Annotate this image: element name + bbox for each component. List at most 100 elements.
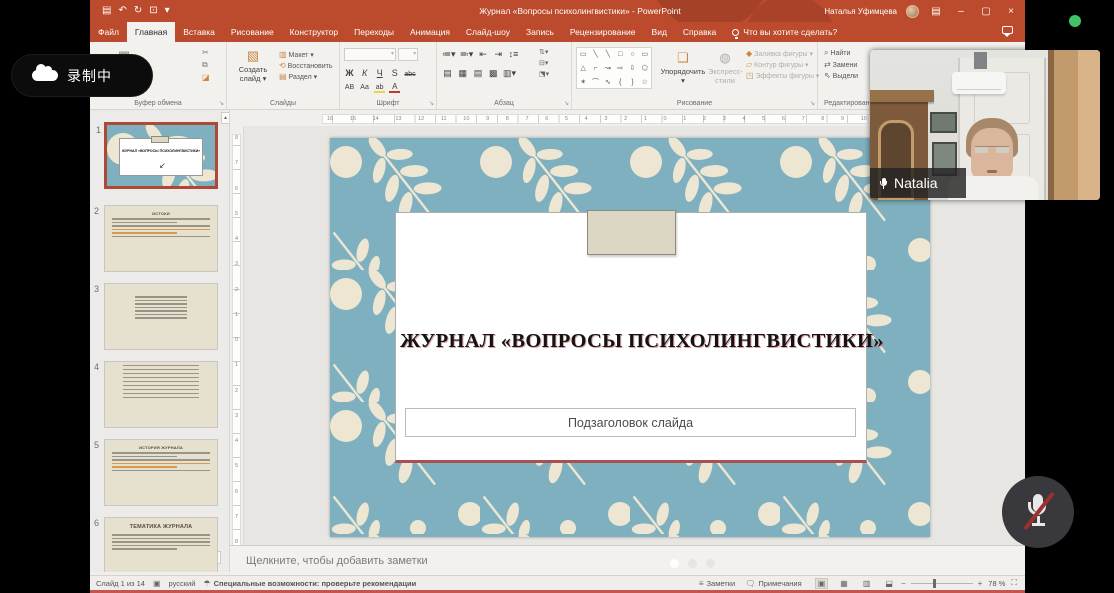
slide-thumbnail-2[interactable]: 2ИСТОКИ	[104, 205, 218, 272]
normal-view-button[interactable]: ▣	[816, 579, 828, 588]
character-spacing-button[interactable]: АВ	[344, 84, 355, 91]
tab-вид[interactable]: Вид	[644, 22, 675, 42]
slide-title-text[interactable]: ЖУРНАЛ «ВОПРОСЫ ПСИХОЛИНГВИСТИКИ»	[400, 330, 862, 353]
shape-icon[interactable]: ▭	[639, 48, 651, 62]
arrange-button[interactable]: ❏ Упорядочить ▾	[660, 50, 706, 85]
strikethrough-button[interactable]: abc	[404, 71, 415, 78]
shape-icon[interactable]: ☆	[639, 76, 651, 90]
tab-рецензирование[interactable]: Рецензирование	[562, 22, 644, 42]
tab-переходы[interactable]: Переходы	[346, 22, 402, 42]
tab-рисование[interactable]: Рисование	[223, 22, 282, 42]
layout-button[interactable]: ▥ Макет ▾	[279, 50, 332, 59]
highlight-color-button[interactable]: ab	[374, 84, 385, 93]
slide-thumbnail-4[interactable]: 4	[104, 361, 218, 428]
shape-icon[interactable]: ⌐	[589, 62, 601, 76]
paragraph-dialog-launcher-icon[interactable]: ↘	[564, 100, 569, 107]
slide-thumbnail-1[interactable]: 1ЖУРНАЛ «ВОПРОСЫ ПСИХОЛИНГВИСТИКИ»↙	[104, 122, 218, 189]
reading-view-button[interactable]: ▥	[861, 579, 873, 588]
shape-icon[interactable]: {	[614, 76, 626, 90]
accessibility-status[interactable]: Специальные возможности: проверьте реком…	[214, 579, 417, 588]
zoom-in-icon[interactable]: +	[978, 579, 983, 588]
tab-конструктор[interactable]: Конструктор	[282, 22, 346, 42]
smartart-button[interactable]: ⬔▾	[539, 70, 549, 78]
shape-icon[interactable]: }	[626, 76, 638, 90]
restore-button[interactable]: ▢	[978, 6, 994, 17]
change-case-button[interactable]: Аа	[359, 84, 370, 91]
text-direction-button[interactable]: ⇅▾	[539, 48, 549, 56]
fit-slide-to-window-icon[interactable]: ⛶	[1011, 578, 1017, 588]
italic-button[interactable]: К	[359, 68, 370, 78]
thumbnails-scroll-up-icon[interactable]: ▲	[221, 112, 230, 124]
find-button[interactable]: ⌕ Найти	[824, 48, 858, 58]
notes-toggle-icon[interactable]: ≡	[699, 579, 704, 588]
subtitle-placeholder[interactable]: Подзаголовок слайда	[405, 408, 856, 437]
justify-button[interactable]: ▩	[488, 68, 499, 79]
notes-toggle[interactable]: Заметки	[707, 579, 736, 588]
tab-файл[interactable]: Файл	[90, 22, 127, 42]
shape-icon[interactable]: ╲	[589, 48, 601, 62]
tab-главная[interactable]: Главная	[127, 22, 175, 42]
shape-icon[interactable]: ⇨	[614, 62, 626, 76]
zoom-slider[interactable]: − +	[901, 579, 982, 588]
tab-запись[interactable]: Запись	[518, 22, 562, 42]
font-dialog-launcher-icon[interactable]: ↘	[429, 100, 434, 107]
shape-icon[interactable]: ↝	[602, 62, 614, 76]
shape-icon[interactable]: ⌒	[589, 76, 601, 90]
close-button[interactable]: ×	[1003, 6, 1019, 17]
font-size-combo[interactable]	[398, 48, 418, 61]
tab-анимация[interactable]: Анимация	[402, 22, 458, 42]
zoom-slider-thumb[interactable]	[933, 579, 936, 588]
user-avatar[interactable]	[906, 5, 919, 18]
new-slide-button[interactable]: ▧ Создать слайд ▾	[231, 48, 275, 83]
tell-me-assistant[interactable]: Что вы хотите сделать?	[724, 22, 845, 42]
drawing-dialog-launcher-icon[interactable]: ↘	[810, 100, 815, 107]
text-shadow-button[interactable]: S	[389, 68, 400, 78]
columns-button[interactable]: ▥▾	[503, 68, 516, 79]
zoom-level[interactable]: 78 %	[988, 579, 1005, 588]
customize-qat-icon[interactable]: ▾	[165, 0, 170, 22]
replace-button[interactable]: ⇄ Замени	[824, 60, 858, 69]
ribbon-display-options-icon[interactable]: ▤	[928, 6, 944, 17]
minimize-button[interactable]: –	[953, 6, 969, 17]
slide-thumbnail-6[interactable]: 6ТЕМАТИКА ЖУРНАЛА	[104, 517, 218, 572]
shape-icon[interactable]: ✶	[577, 76, 589, 90]
align-center-button[interactable]: ▦	[457, 68, 468, 79]
shape-outline-button[interactable]: ▱ Контур фигуры ▾	[746, 60, 819, 69]
tab-вставка[interactable]: Вставка	[175, 22, 223, 42]
repeat-icon[interactable]: ↻	[134, 0, 142, 22]
shape-icon[interactable]: ▭	[577, 48, 589, 62]
decorative-tab-shape[interactable]	[587, 210, 676, 255]
save-icon[interactable]: ▤	[102, 0, 111, 22]
notes-placeholder[interactable]: Щелкните, чтобы добавить заметки	[246, 555, 428, 567]
shape-effects-button[interactable]: ◳ Эффекты фигуры ▾	[746, 71, 819, 80]
shape-icon[interactable]: ∿	[602, 76, 614, 90]
slide[interactable]: ЖУРНАЛ «ВОПРОСЫ ПСИХОЛИНГВИСТИКИ» Подзаг…	[330, 138, 930, 537]
numbering-button[interactable]: ≕▾	[460, 49, 474, 60]
notes-pane[interactable]: Щелкните, чтобы добавить заметки	[230, 545, 1025, 575]
align-text-button[interactable]: ⊟▾	[539, 59, 549, 67]
decrease-indent-button[interactable]: ⇤	[478, 49, 489, 60]
display-settings-icon[interactable]: ▣	[153, 579, 161, 588]
shape-icon[interactable]: □	[614, 48, 626, 62]
section-button[interactable]: ▤ Раздел ▾	[279, 72, 332, 81]
tab-справка[interactable]: Справка	[675, 22, 724, 42]
slide-sorter-view-button[interactable]: ▦	[838, 579, 850, 588]
bold-button[interactable]: Ж	[344, 68, 355, 78]
bullets-button[interactable]: ≔▾	[442, 49, 456, 60]
start-slideshow-icon[interactable]: ⊡	[149, 0, 157, 22]
cut-icon[interactable]: ✂	[202, 48, 210, 57]
shape-fill-button[interactable]: ◆ Заливка фигуры ▾	[746, 49, 819, 58]
microphone-muted-button[interactable]	[1002, 476, 1074, 548]
line-spacing-button[interactable]: ↕≡	[508, 49, 519, 59]
shape-icon[interactable]: ⇩	[626, 62, 638, 76]
quick-styles-button[interactable]: ◍ Экспресс-стили	[708, 50, 742, 85]
comments-icon[interactable]	[1002, 26, 1013, 34]
increase-indent-button[interactable]: ⇥	[493, 49, 504, 60]
shape-icon[interactable]: ╲	[602, 48, 614, 62]
slideshow-view-button[interactable]: ⬓	[883, 579, 895, 588]
slide-thumbnail-3[interactable]: 3	[104, 283, 218, 350]
comments-toggle-icon[interactable]: 🗨	[745, 579, 755, 588]
font-color-button[interactable]: А	[389, 82, 400, 93]
slide-thumbnail-5[interactable]: 5ИСТОРИЯ ЖУРНАЛА	[104, 439, 218, 506]
underline-button[interactable]: Ч	[374, 68, 385, 78]
